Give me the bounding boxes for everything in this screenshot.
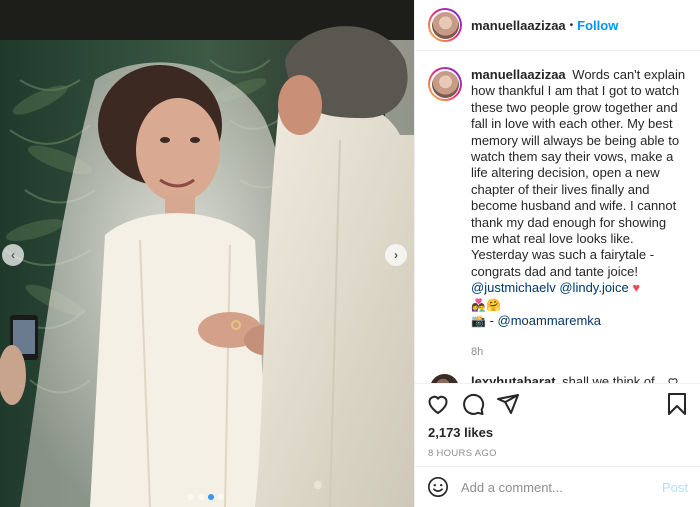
carousel-dot: [198, 494, 204, 500]
carousel-prev-button[interactable]: ‹: [2, 244, 24, 266]
couple-emoji: 👩‍❤️‍👨🤗: [471, 297, 501, 312]
author-avatar[interactable]: [428, 8, 462, 42]
post-comment-button[interactable]: Post: [662, 480, 688, 495]
comment-icon[interactable]: [461, 392, 485, 416]
heart-icon[interactable]: [426, 392, 450, 416]
wedding-photo-illustration: [0, 0, 414, 507]
chevron-right-icon: ›: [394, 248, 398, 262]
share-icon[interactable]: [496, 392, 520, 416]
comments-section: manuellaazizaa Words can't explain how t…: [415, 51, 700, 384]
commenter-avatar[interactable]: [430, 373, 459, 383]
add-comment-bar: Post: [415, 467, 700, 507]
add-comment-input[interactable]: [461, 479, 656, 495]
author-username[interactable]: manuellaazizaa: [471, 18, 566, 33]
commenter-username[interactable]: lexyhutabarat: [471, 374, 556, 384]
comment-like-heart-icon[interactable]: [667, 376, 679, 385]
caption: manuellaazizaa Words can't explain how t…: [428, 67, 687, 330]
carousel-indicator: [188, 494, 224, 500]
carousel-dot: [218, 494, 224, 500]
action-bar: [415, 384, 700, 423]
red-heart-emoji: ♥: [632, 280, 641, 296]
chevron-left-icon: ‹: [11, 248, 15, 262]
post-photo[interactable]: ‹ ›: [0, 0, 414, 507]
caption-text-block: manuellaazizaa Words can't explain how t…: [471, 67, 687, 330]
separator-dot: •: [569, 19, 574, 31]
caption-timestamp[interactable]: 8h: [471, 346, 687, 358]
carousel-dot: [188, 494, 194, 500]
mention-link[interactable]: @moammaremka: [498, 313, 602, 328]
like-count[interactable]: 2,173 likes: [415, 423, 700, 443]
caption-text: Words can't explain how thankful I am th…: [471, 67, 686, 279]
caption-username[interactable]: manuellaazizaa: [471, 67, 566, 82]
bookmark-icon[interactable]: [665, 392, 689, 416]
carousel-dot-active: [208, 494, 214, 500]
post-header: manuellaazizaa • Follow: [415, 0, 700, 51]
follow-button[interactable]: Follow: [577, 18, 618, 33]
post-side-panel: manuellaazizaa • Follow manuellaazizaa W…: [414, 0, 700, 507]
post-timestamp: 8 HOURS AGO: [415, 443, 700, 467]
smiley-icon[interactable]: [427, 476, 449, 498]
mention-link[interactable]: @lindy.joice: [559, 280, 628, 295]
comment-item: lexyhutabarat shall we think of new name…: [428, 373, 687, 385]
comment-text-block: lexyhutabarat shall we think of new name…: [471, 374, 661, 384]
dash-separator: -: [489, 313, 498, 329]
mention-link[interactable]: @justmichaelv: [471, 280, 556, 295]
camera-emoji: 📸: [471, 314, 486, 329]
caption-author-avatar[interactable]: [428, 67, 462, 101]
carousel-next-button[interactable]: ›: [385, 244, 407, 266]
